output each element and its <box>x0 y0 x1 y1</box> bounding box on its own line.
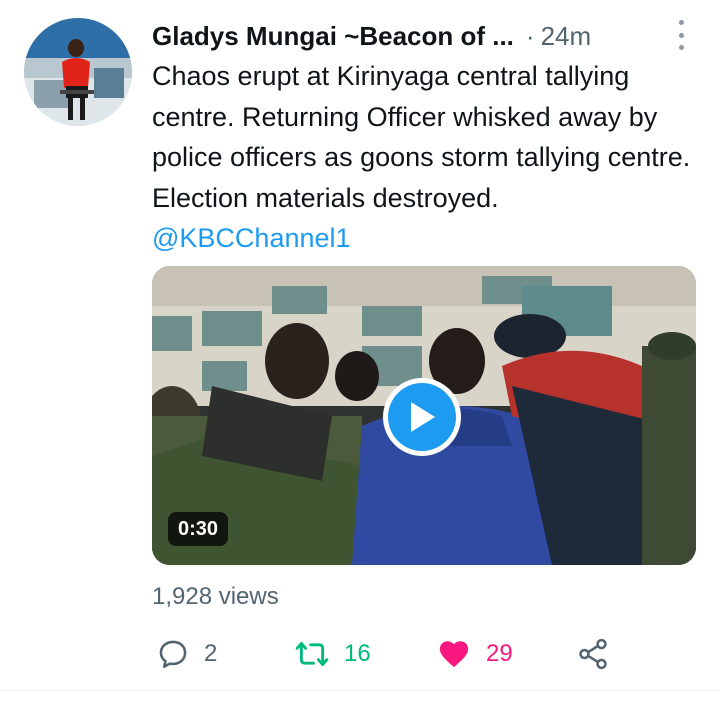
more-options-icon[interactable] <box>671 20 691 50</box>
reply-icon <box>159 640 187 668</box>
retweet-count: 16 <box>344 640 371 667</box>
tweet-timestamp[interactable]: 24m <box>541 21 592 52</box>
tweet-body: Chaos erupt at Kirinyaga central tallyin… <box>152 61 691 213</box>
author-name[interactable]: Gladys Mungai ~Beacon of ... <box>152 21 514 52</box>
action-bar: 2 16 29 <box>152 634 622 674</box>
like-count: 29 <box>486 640 513 667</box>
retweet-icon <box>295 641 329 667</box>
view-count: 1,928 views <box>152 583 279 610</box>
play-icon <box>388 383 456 451</box>
like-button[interactable]: 29 <box>436 634 513 674</box>
bottom-divider <box>0 690 720 691</box>
reply-button[interactable]: 2 <box>156 634 217 674</box>
header-separator: · <box>525 20 535 51</box>
author-avatar[interactable] <box>24 18 132 126</box>
reply-count: 2 <box>204 640 218 667</box>
tweet-text: Chaos erupt at Kirinyaga central tallyin… <box>152 56 700 259</box>
video-player[interactable]: 0:30 <box>152 266 696 565</box>
retweet-button[interactable]: 16 <box>294 634 371 674</box>
share-icon <box>579 638 607 670</box>
share-button[interactable] <box>576 634 610 674</box>
play-button[interactable] <box>383 378 461 456</box>
video-duration-badge: 0:30 <box>168 512 229 546</box>
heart-icon <box>439 641 469 668</box>
mention-link[interactable]: @KBCChannel1 <box>152 223 351 253</box>
tweet-header: Gladys Mungai ~Beacon of ... · 24m <box>152 18 700 54</box>
avatar-image <box>24 18 132 126</box>
